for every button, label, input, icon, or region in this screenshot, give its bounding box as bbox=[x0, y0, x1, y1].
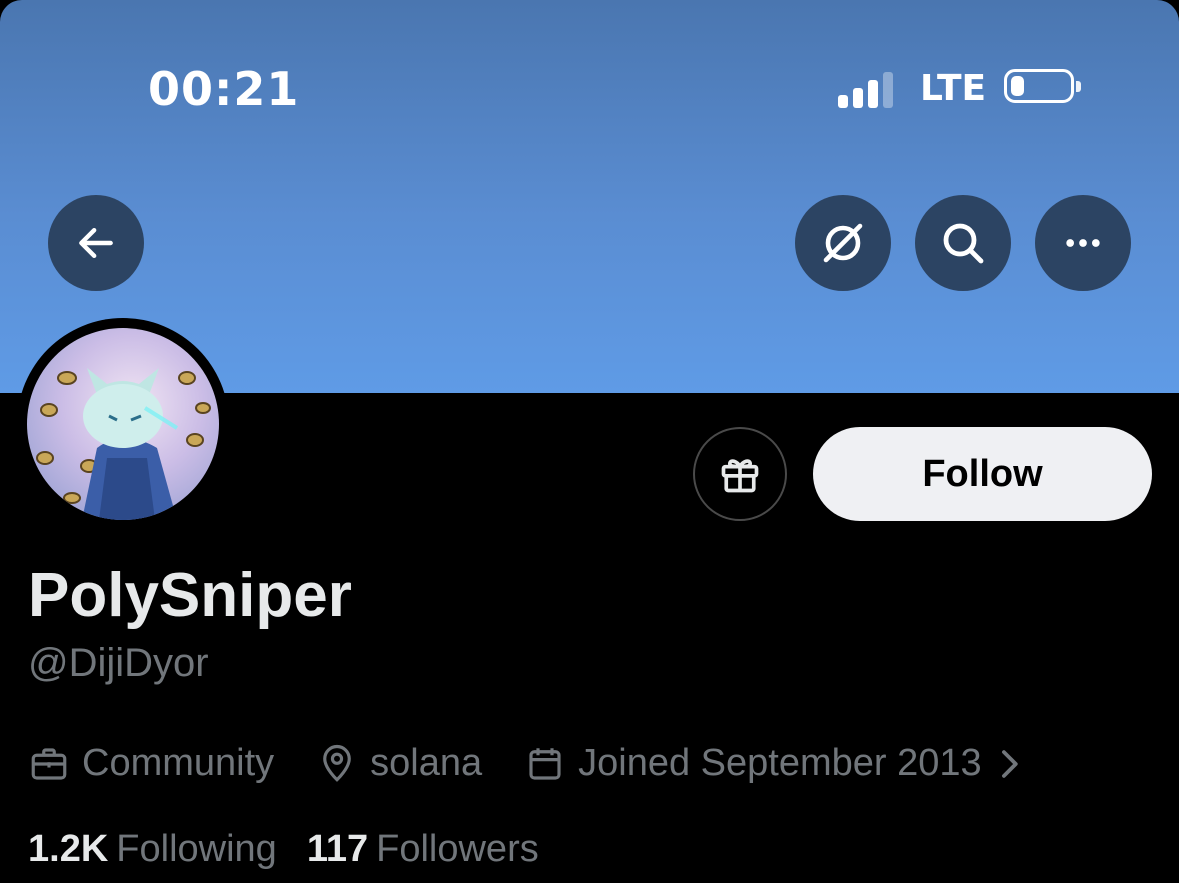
more-options-button[interactable] bbox=[1035, 195, 1131, 291]
profile-meta: Community solana Joined September 2013 bbox=[28, 742, 1022, 785]
status-time: 00:21 bbox=[148, 62, 300, 116]
follow-stats: 1.2K Following 117 Followers bbox=[28, 828, 539, 871]
chevron-right-icon bbox=[1001, 749, 1018, 778]
location-pin-icon bbox=[323, 744, 351, 782]
arrow-left-icon bbox=[79, 227, 113, 259]
followers-count: 117 bbox=[306, 828, 369, 870]
battery-icon bbox=[1004, 69, 1081, 103]
category-item: Community bbox=[28, 742, 274, 785]
search-icon bbox=[943, 223, 984, 264]
location-label: solana bbox=[370, 742, 483, 784]
search-button[interactable] bbox=[915, 195, 1011, 291]
back-button[interactable] bbox=[48, 195, 144, 291]
follow-button[interactable]: Follow bbox=[813, 427, 1152, 521]
category-label: Community bbox=[82, 742, 275, 784]
calendar-icon bbox=[529, 747, 561, 780]
more-horizontal-icon bbox=[1066, 239, 1100, 247]
gift-icon bbox=[721, 459, 759, 493]
briefcase-icon bbox=[31, 747, 67, 780]
following-count: 1.2K bbox=[28, 828, 109, 870]
grok-button[interactable] bbox=[795, 195, 891, 291]
grok-slash-circle-icon bbox=[823, 223, 863, 263]
location-item: solana bbox=[316, 742, 482, 785]
cellular-signal-icon bbox=[838, 68, 898, 108]
display-name: PolySniper bbox=[28, 561, 352, 630]
network-type: LTE bbox=[920, 68, 987, 109]
user-handle: @DijiDyor bbox=[28, 641, 209, 685]
following-stat[interactable]: 1.2K Following bbox=[28, 828, 277, 871]
gift-button[interactable] bbox=[693, 427, 787, 521]
joined-item[interactable]: Joined September 2013 bbox=[524, 742, 1022, 785]
followers-stat[interactable]: 117 Followers bbox=[307, 828, 539, 871]
joined-label: Joined September 2013 bbox=[578, 742, 982, 784]
followers-label: Followers bbox=[376, 828, 539, 870]
avatar[interactable] bbox=[27, 328, 219, 520]
following-label: Following bbox=[116, 828, 277, 870]
avatar-illustration bbox=[36, 368, 211, 520]
